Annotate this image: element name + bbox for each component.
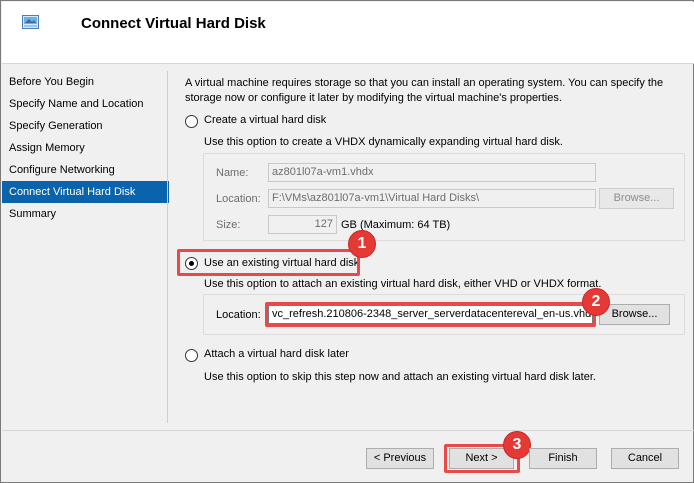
create-name-label: Name: <box>216 167 249 179</box>
footer-divider <box>2 430 694 431</box>
nav-item-summary[interactable]: Summary <box>2 203 169 225</box>
create-location-field[interactable]: F:\VMs\az801l07a-vm1\Virtual Hard Disks\ <box>268 189 596 208</box>
page-title: Connect Virtual Hard Disk <box>81 15 266 32</box>
callout-box-location-field <box>265 302 596 327</box>
wizard-header: Connect Virtual Hard Disk <box>2 2 694 63</box>
attach-later-label[interactable]: Attach a virtual hard disk later <box>204 348 349 360</box>
create-size-label: Size: <box>216 219 241 231</box>
nav-divider <box>167 71 168 423</box>
nav-item-assign-memory[interactable]: Assign Memory <box>2 137 169 159</box>
create-vhd-description: Use this option to create a VHDX dynamic… <box>204 136 563 148</box>
attach-later-radio[interactable] <box>185 349 198 362</box>
create-name-field[interactable]: az801l07a-vm1.vhdx <box>268 163 596 182</box>
create-size-unit: GB (Maximum: 64 TB) <box>341 219 451 231</box>
create-vhd-label[interactable]: Create a virtual hard disk <box>204 114 326 126</box>
existing-browse-button[interactable]: Browse... <box>599 304 670 325</box>
nav-item-specify-name-location[interactable]: Specify Name and Location <box>2 93 169 115</box>
virtual-disk-icon <box>22 15 39 29</box>
callout-badge-3: 3 <box>503 431 531 459</box>
nav-item-specify-generation[interactable]: Specify Generation <box>2 115 169 137</box>
create-vhd-radio[interactable] <box>185 115 198 128</box>
nav-item-before-you-begin[interactable]: Before You Begin <box>2 71 169 93</box>
wizard-steps-nav: Before You Begin Specify Name and Locati… <box>2 71 169 225</box>
header-divider <box>2 63 694 64</box>
previous-button[interactable]: < Previous <box>366 448 434 469</box>
existing-location-label: Location: <box>216 309 261 321</box>
nav-item-configure-networking[interactable]: Configure Networking <box>2 159 169 181</box>
wizard-window: Connect Virtual Hard Disk Before You Beg… <box>0 0 694 483</box>
create-size-field[interactable]: 127 <box>268 215 337 234</box>
callout-badge-1: 1 <box>348 230 376 258</box>
create-browse-button[interactable]: Browse... <box>599 188 674 209</box>
callout-badge-2: 2 <box>582 288 610 316</box>
nav-item-connect-virtual-hard-disk[interactable]: Connect Virtual Hard Disk <box>2 181 169 203</box>
cancel-button[interactable]: Cancel <box>611 448 679 469</box>
intro-text: A virtual machine requires storage so th… <box>185 77 664 104</box>
existing-vhd-description: Use this option to attach an existing vi… <box>204 278 602 290</box>
finish-button[interactable]: Finish <box>529 448 597 469</box>
attach-later-description: Use this option to skip this step now an… <box>204 371 596 383</box>
create-location-label: Location: <box>216 193 261 205</box>
callout-box-existing-option <box>177 249 360 276</box>
